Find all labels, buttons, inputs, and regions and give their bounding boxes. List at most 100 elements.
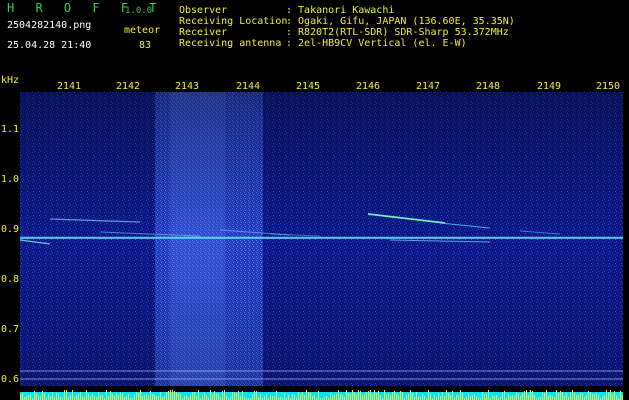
intensity-tick (460, 390, 461, 400)
intensity-tick (186, 395, 187, 400)
intensity-tick (120, 392, 121, 400)
intensity-tick (64, 390, 65, 400)
intensity-tick (276, 391, 277, 400)
intensity-tick (502, 392, 503, 400)
intensity-tick (562, 392, 563, 400)
y-tick: 0.9 (1, 224, 20, 235)
intensity-tick (216, 393, 217, 400)
intensity-tick (190, 395, 191, 400)
intensity-tick (338, 390, 339, 400)
intensity-tick (450, 395, 451, 400)
intensity-tick (470, 396, 471, 400)
x-tick: 2141 (56, 81, 82, 92)
intensity-tick (140, 390, 141, 400)
intensity-tick (616, 395, 617, 400)
intensity-tick (242, 391, 243, 400)
x-tick: 2142 (115, 81, 141, 92)
intensity-tick (152, 394, 153, 400)
intensity-tick (252, 394, 253, 400)
meta-value-receiver: : R820T2(RTL-SDR) SDR-Sharp 53.372MHz (286, 27, 509, 38)
intensity-tick (496, 395, 497, 400)
spectrogram (20, 92, 623, 392)
y-axis-unit: kHz (1, 75, 20, 86)
intensity-tick (90, 396, 91, 400)
intensity-tick (212, 394, 213, 400)
intensity-tick (56, 393, 57, 400)
intensity-tick (390, 395, 391, 400)
intensity-tick (488, 390, 489, 400)
intensity-tick (166, 392, 167, 400)
intensity-tick (118, 395, 119, 400)
intensity-tick (596, 393, 597, 400)
intensity-tick (298, 392, 299, 400)
intensity-tick (88, 394, 89, 400)
intensity-tick (516, 392, 517, 400)
intensity-tick (170, 390, 171, 400)
intensity-tick (430, 394, 431, 400)
intensity-tick (472, 395, 473, 400)
intensity-tick (310, 393, 311, 400)
intensity-tick (412, 393, 413, 400)
intensity-tick (402, 392, 403, 400)
intensity-tick (178, 393, 179, 400)
intensity-tick (356, 394, 357, 400)
intensity-tick (256, 391, 257, 400)
intensity-tick (260, 394, 261, 400)
intensity-tick (210, 390, 211, 400)
intensity-tick (580, 393, 581, 400)
intensity-tick (550, 395, 551, 400)
datetime: 25.04.28 21:40 (7, 40, 92, 51)
intensity-tick (214, 391, 215, 400)
intensity-tick (604, 395, 605, 400)
intensity-tick (168, 391, 169, 400)
intensity-tick (434, 395, 435, 400)
intensity-tick (30, 394, 31, 400)
intensity-tick (106, 390, 107, 400)
intensity-tick (528, 395, 529, 400)
intensity-tick (136, 392, 137, 400)
intensity-tick (232, 392, 233, 400)
intensity-tick (34, 391, 35, 400)
intensity-tick (386, 394, 387, 400)
intensity-tick (222, 391, 223, 400)
intensity-tick (578, 395, 579, 400)
intensity-tick (150, 391, 151, 400)
intensity-tick (564, 396, 565, 400)
intensity-tick (218, 394, 219, 400)
x-tick: 2144 (235, 81, 261, 92)
intensity-tick (334, 395, 335, 400)
intensity-tick (48, 394, 49, 400)
intensity-tick (424, 396, 425, 400)
intensity-tick (184, 396, 185, 400)
intensity-tick (508, 394, 509, 400)
intensity-tick (440, 396, 441, 400)
intensity-tick (196, 396, 197, 400)
intensity-tick (72, 390, 73, 400)
intensity-tick (622, 395, 623, 400)
intensity-tick (392, 392, 393, 400)
intensity-tick (438, 393, 439, 400)
intensity-tick (92, 394, 93, 400)
intensity-tick (314, 395, 315, 400)
intensity-tick (128, 394, 129, 400)
intensity-tick (342, 395, 343, 400)
intensity-tick (378, 391, 379, 400)
intensity-tick (612, 394, 613, 400)
meta-value-location: : Ogaki, Gifu, JAPAN (136.60E, 35.35N) (286, 16, 515, 27)
intensity-tick (180, 394, 181, 400)
intensity-tick (20, 394, 21, 400)
x-tick: 2145 (295, 81, 321, 92)
intensity-tick (552, 396, 553, 400)
intensity-tick (42, 391, 43, 400)
meta-label-observer: Observer (179, 5, 228, 16)
intensity-tick (194, 392, 195, 400)
y-tick: 1.0 (1, 174, 20, 185)
intensity-tick (570, 392, 571, 400)
intensity-tick (66, 390, 67, 400)
intensity-tick (148, 395, 149, 400)
intensity-tick (374, 390, 375, 400)
intensity-tick (462, 393, 463, 400)
intensity-tick (560, 391, 561, 400)
intensity-tick (370, 390, 371, 400)
intensity-tick (58, 394, 59, 400)
